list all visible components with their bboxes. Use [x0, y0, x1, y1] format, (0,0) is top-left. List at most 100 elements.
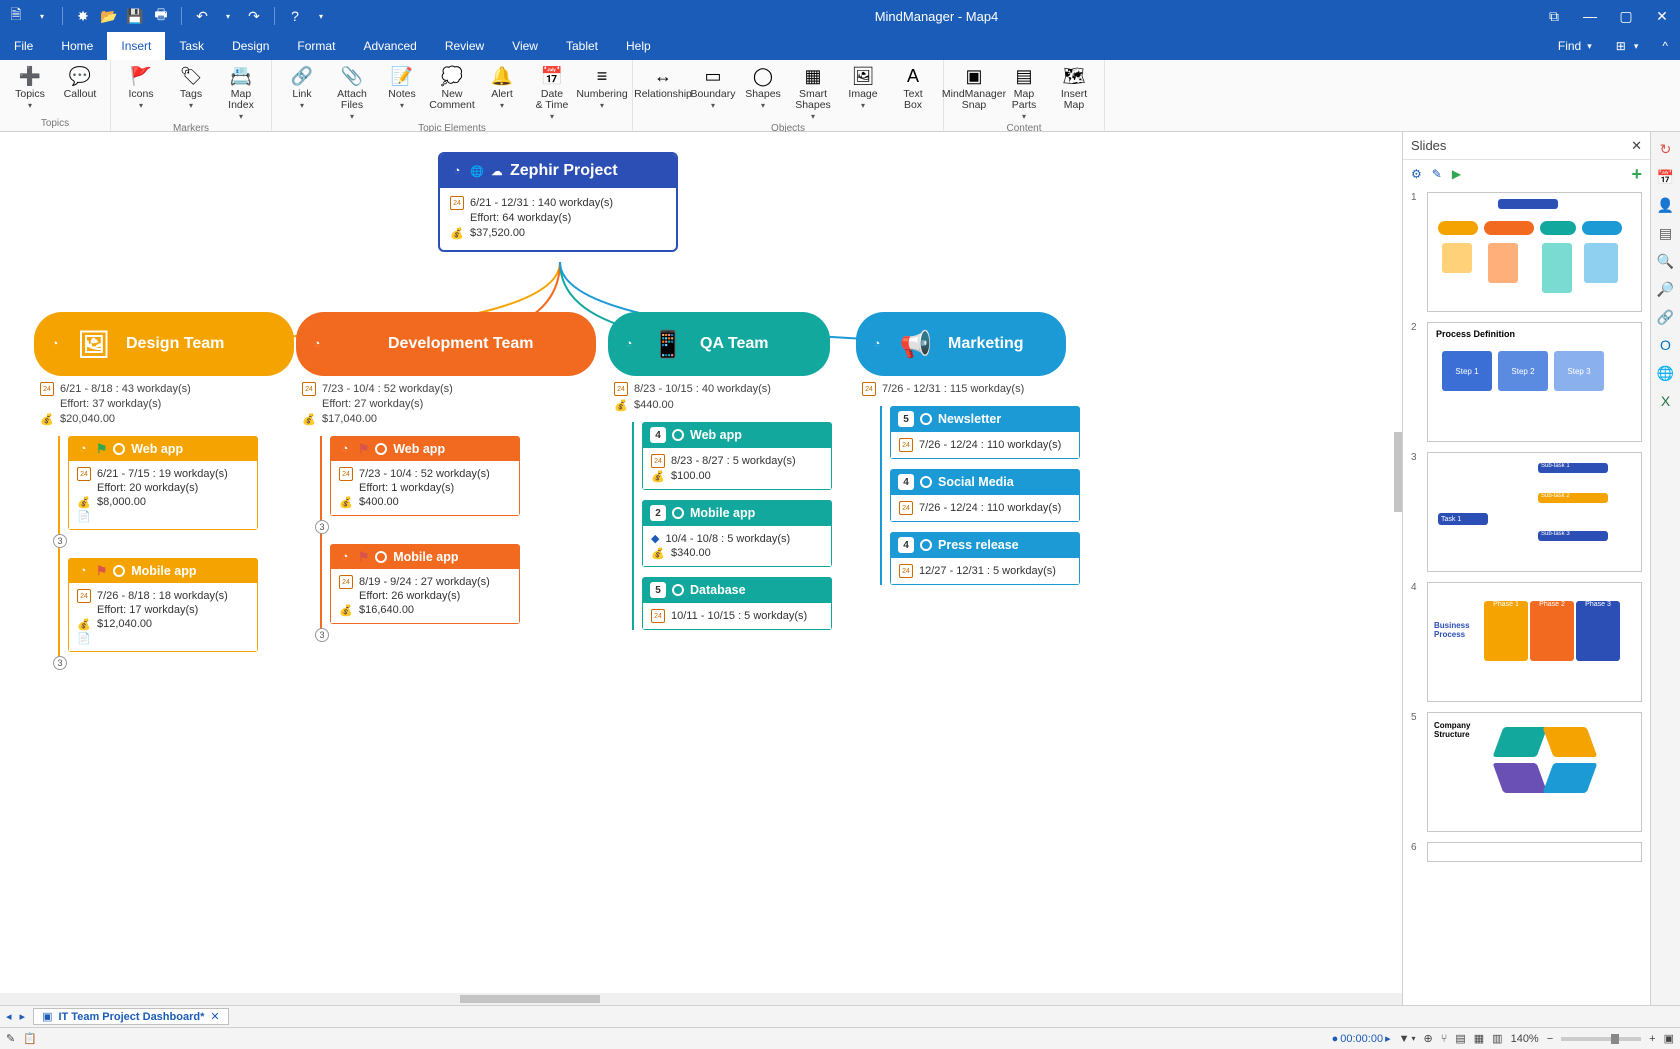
- shapes-button[interactable]: ◯Shapes▾: [739, 62, 787, 112]
- branch-design-team[interactable]: ◔🖼Design Team246/21 - 8/18 : 43 workday(…: [34, 312, 294, 678]
- numbering-button[interactable]: ≡Numbering▾: [578, 62, 626, 112]
- textbox-button[interactable]: ATextBox: [889, 62, 937, 113]
- status-pen-icon[interactable]: ✎: [6, 1032, 15, 1045]
- tab-nav-left-icon[interactable]: ◂: [6, 1010, 12, 1023]
- root-node[interactable]: ◔ 🌐 ☁ Zephir Project 246/21 - 12/31 : 14…: [438, 152, 678, 252]
- add-slide-icon[interactable]: +: [1631, 164, 1642, 185]
- alert-button[interactable]: 🔔Alert▾: [478, 62, 526, 112]
- rail-calendar-icon[interactable]: 📅: [1655, 166, 1677, 188]
- status-timer-icon[interactable]: ● 00:00:00 ▸: [1332, 1032, 1391, 1045]
- expand-badge[interactable]: 3: [53, 534, 67, 548]
- relationship-button[interactable]: ↔Relationship: [639, 62, 687, 102]
- subtask-database[interactable]: 5Database2410/11 - 10/15 : 5 workday(s): [642, 577, 832, 630]
- slide-thumb-5[interactable]: 5Company Structure: [1411, 712, 1642, 832]
- play-icon[interactable]: ▶: [1452, 167, 1461, 181]
- slide-preview[interactable]: Company Structure: [1427, 712, 1642, 832]
- rail-user-icon[interactable]: 👤: [1655, 194, 1677, 216]
- rail-web-icon[interactable]: 🌐: [1655, 362, 1677, 384]
- new-doc-icon[interactable]: 🗎: [6, 6, 26, 26]
- subtask-web-app[interactable]: ◔⚑Web app246/21 - 7/15 : 19 workday(s)Ef…: [68, 436, 258, 530]
- tab-insert[interactable]: Insert: [107, 32, 165, 60]
- canvas[interactable]: ◔ 🌐 ☁ Zephir Project 246/21 - 12/31 : 14…: [0, 132, 1402, 1005]
- branch-development-team[interactable]: ◔Development Team247/23 - 10/4 : 52 work…: [296, 312, 596, 650]
- branch-header[interactable]: ◔🖼Design Team: [34, 312, 294, 376]
- newcomment-button[interactable]: 💭NewComment: [428, 62, 476, 113]
- slide-preview[interactable]: Task 1Sub-task 1Sub-task 2Sub-task 3: [1427, 452, 1642, 572]
- edit-icon[interactable]: ✎: [1432, 167, 1442, 181]
- tab-advanced[interactable]: Advanced: [349, 32, 430, 60]
- dropdown-icon[interactable]: ▾: [218, 6, 238, 26]
- tab-home[interactable]: Home: [47, 32, 107, 60]
- find-button[interactable]: Find ▾: [1546, 32, 1604, 60]
- datetime-button[interactable]: 📅Date& Time▾: [528, 62, 576, 123]
- status-view2-icon[interactable]: ▦: [1474, 1032, 1484, 1045]
- image-button[interactable]: 🖼Image▾: [839, 62, 887, 112]
- minimize-icon[interactable]: —: [1578, 8, 1602, 25]
- document-tab[interactable]: ▣ IT Team Project Dashboard* ✕: [33, 1008, 229, 1025]
- slide-thumb-3[interactable]: 3Task 1Sub-task 1Sub-task 2Sub-task 3: [1411, 452, 1642, 572]
- status-zoom-in-icon[interactable]: +: [1649, 1033, 1655, 1045]
- tab-tablet[interactable]: Tablet: [552, 32, 612, 60]
- rail-zoom-icon[interactable]: 🔍: [1655, 250, 1677, 272]
- callout-button[interactable]: 💬Callout: [56, 62, 104, 102]
- expand-badge[interactable]: 3: [53, 656, 67, 670]
- slide-preview[interactable]: Business ProcessPhase 1Phase 2Phase 3: [1427, 582, 1642, 702]
- mapindex-button[interactable]: 📇MapIndex▾: [217, 62, 265, 123]
- open-icon[interactable]: 📂: [99, 6, 119, 26]
- branch-qa-team[interactable]: ◔📱QA Team248/23 - 10/15 : 40 workday(s)💰…: [608, 312, 830, 630]
- tab-design[interactable]: Design: [218, 32, 283, 60]
- snap-button[interactable]: ▣MindManagerSnap: [950, 62, 998, 113]
- close-icon[interactable]: ✕: [1650, 8, 1674, 25]
- status-branch-icon[interactable]: ⑂: [1441, 1033, 1448, 1045]
- subtask-web-app[interactable]: ◔⚑Web app247/23 - 10/4 : 52 workday(s)Ef…: [330, 436, 520, 516]
- ribbon-options-icon[interactable]: ⊞▾: [1604, 32, 1651, 60]
- boundary-button[interactable]: ▭Boundary▾: [689, 62, 737, 112]
- rail-layers-icon[interactable]: ▤: [1655, 222, 1677, 244]
- print-icon[interactable]: 🖶: [151, 6, 171, 26]
- attach-button[interactable]: 📎AttachFiles▾: [328, 62, 376, 123]
- status-zoom[interactable]: 140%: [1511, 1033, 1539, 1045]
- expand-badge[interactable]: 3: [315, 520, 329, 534]
- notes-button[interactable]: 📝Notes▾: [378, 62, 426, 112]
- slide-thumb-6[interactable]: 6: [1411, 842, 1642, 862]
- help-icon[interactable]: ?: [285, 6, 305, 26]
- slide-thumb-2[interactable]: 2Process DefinitionStep 1Step 2Step 3: [1411, 322, 1642, 442]
- zoom-slider[interactable]: [1561, 1037, 1641, 1041]
- settings-icon[interactable]: ⚙: [1411, 167, 1422, 181]
- slide-preview[interactable]: Process DefinitionStep 1Step 2Step 3: [1427, 322, 1642, 442]
- subtask-web-app[interactable]: 4Web app248/23 - 8/27 : 5 workday(s)💰$10…: [642, 422, 832, 490]
- branch-marketing[interactable]: ◔📢Marketing247/26 - 12/31 : 115 workday(…: [856, 312, 1066, 585]
- vertical-scrollbar[interactable]: [1394, 432, 1402, 512]
- tab-nav-right-icon[interactable]: ▸: [20, 1010, 26, 1023]
- save-icon[interactable]: 💾: [125, 6, 145, 26]
- status-clipboard-icon[interactable]: 📋: [23, 1032, 37, 1045]
- tab-file[interactable]: File: [0, 32, 47, 60]
- slide-thumb-1[interactable]: 1: [1411, 192, 1642, 312]
- tab-format[interactable]: Format: [283, 32, 349, 60]
- redo-icon[interactable]: ↷: [244, 6, 264, 26]
- tab-help[interactable]: Help: [612, 32, 665, 60]
- slide-preview[interactable]: [1427, 192, 1642, 312]
- link-button[interactable]: 🔗Link▾: [278, 62, 326, 112]
- rail-refresh-icon[interactable]: ↻: [1655, 138, 1677, 160]
- slide-preview[interactable]: [1427, 842, 1642, 862]
- subtask-social-media[interactable]: 4Social Media247/26 - 12/24 : 110 workda…: [890, 469, 1080, 522]
- branch-header[interactable]: ◔📱QA Team: [608, 312, 830, 376]
- tab-review[interactable]: Review: [431, 32, 498, 60]
- subtask-mobile-app[interactable]: 2Mobile app◆10/4 - 10/8 : 5 workday(s)💰$…: [642, 500, 832, 567]
- tab-task[interactable]: Task: [165, 32, 218, 60]
- branch-header[interactable]: ◔📢Marketing: [856, 312, 1066, 376]
- undo-icon[interactable]: ↶: [192, 6, 212, 26]
- gear-icon[interactable]: ✸: [73, 6, 93, 26]
- subtask-mobile-app[interactable]: ◔⚑Mobile app247/26 - 8/18 : 18 workday(s…: [68, 558, 258, 652]
- maximize-icon[interactable]: ▢: [1614, 8, 1638, 25]
- subtask-mobile-app[interactable]: ◔⚑Mobile app248/19 - 9/24 : 27 workday(s…: [330, 544, 520, 624]
- insertmap-button[interactable]: 🗺InsertMap: [1050, 62, 1098, 113]
- status-filter-icon[interactable]: ▼▾: [1399, 1033, 1416, 1045]
- rail-link-icon[interactable]: 🔗: [1655, 306, 1677, 328]
- status-zoom-out-icon[interactable]: −: [1547, 1033, 1553, 1045]
- icons-button[interactable]: 🚩Icons▾: [117, 62, 165, 112]
- status-view3-icon[interactable]: ▥: [1492, 1032, 1502, 1045]
- collapse-ribbon-icon[interactable]: ^: [1650, 32, 1680, 60]
- dropdown-icon[interactable]: ▾: [311, 6, 331, 26]
